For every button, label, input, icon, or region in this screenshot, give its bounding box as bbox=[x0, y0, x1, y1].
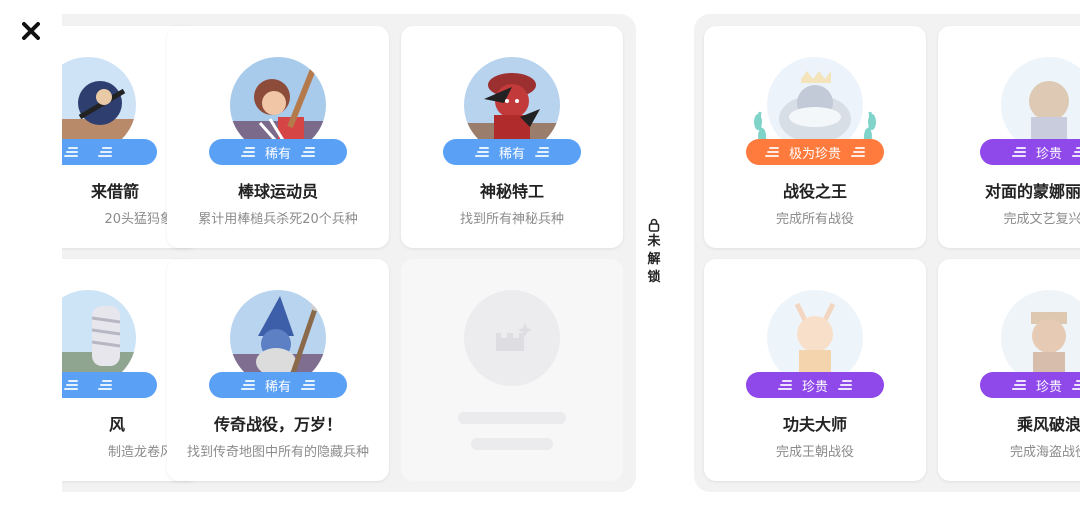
empty-achievement-slot bbox=[401, 259, 623, 481]
achievement-desc: 完成所有战役 bbox=[775, 212, 854, 227]
rarity-badge: 珍贵 bbox=[980, 139, 1080, 165]
badge-deco-right bbox=[98, 147, 112, 157]
achievement-desc: 完成文艺复兴战 bbox=[1003, 212, 1080, 227]
achievement-title: 乘风破浪 bbox=[1016, 415, 1080, 434]
rarity-badge bbox=[62, 139, 157, 165]
rarity-badge: 稀有 bbox=[443, 139, 581, 165]
rarity-label: 珍贵 bbox=[1035, 379, 1062, 395]
locked-section-label: 未 解 锁 bbox=[646, 218, 662, 286]
badge-deco-left bbox=[240, 147, 255, 157]
skeleton-desc bbox=[471, 438, 553, 450]
badge-deco-right bbox=[838, 380, 852, 390]
achievement-title: 棒球运动员 bbox=[237, 182, 318, 201]
rarity-label: 稀有 bbox=[264, 146, 291, 162]
badge-deco-right bbox=[1072, 380, 1080, 390]
badge-deco-right bbox=[1072, 147, 1080, 157]
badge-deco-right bbox=[301, 147, 315, 157]
badge-deco-left bbox=[764, 147, 779, 157]
rarity-badge: 稀有 bbox=[209, 139, 347, 165]
badge-deco-right bbox=[535, 147, 549, 157]
badge-deco-left bbox=[64, 147, 78, 157]
achievement-title: 战役之王 bbox=[782, 182, 847, 201]
badge-deco-left bbox=[64, 380, 78, 390]
badge-deco-left bbox=[240, 380, 255, 390]
castle-placeholder-icon bbox=[496, 323, 532, 351]
locked-achievement-card[interactable]: 极为珍贵 战役之王 完成所有战役 bbox=[704, 26, 926, 248]
skeleton-title bbox=[458, 412, 566, 424]
achievement-card[interactable]: 稀有 棒球运动员 累计用棒槌兵杀死20个兵种 bbox=[167, 26, 389, 248]
achievement-desc: 找到所有神秘兵种 bbox=[459, 212, 564, 227]
badge-deco-right bbox=[98, 380, 112, 390]
badge-deco-left bbox=[777, 380, 792, 390]
badge-deco-left bbox=[1011, 147, 1026, 157]
achievement-title: 神秘特工 bbox=[479, 182, 544, 201]
achievement-desc: 累计用棒槌兵杀死20个兵种 bbox=[198, 212, 358, 227]
rarity-badge: 极为珍贵 bbox=[746, 139, 884, 165]
locked-achievement-card[interactable]: 珍贵 功夫大师 完成王朝战役 bbox=[704, 259, 926, 481]
achievement-desc: 找到传奇地图中所有的隐藏兵种 bbox=[186, 445, 369, 460]
rarity-label: 稀有 bbox=[264, 379, 291, 395]
rarity-badge bbox=[62, 372, 157, 398]
rarity-label: 珍贵 bbox=[1035, 146, 1062, 162]
locked-label-char: 解 bbox=[647, 252, 661, 267]
achievement-desc: 完成王朝战役 bbox=[775, 445, 854, 460]
locked-label-char: 未 bbox=[647, 234, 661, 249]
achievement-card[interactable]: 稀有 传奇战役，万岁！ 找到传奇地图中所有的隐藏兵种 bbox=[167, 259, 389, 481]
achievement-scroll-area[interactable]: 来借箭 20头猛犸象 稀有 棒球运动员 累计用棒槌兵杀死20个兵种 稀有 神秘特… bbox=[62, 0, 1080, 505]
rarity-label: 极为珍贵 bbox=[788, 146, 841, 162]
close-button[interactable] bbox=[18, 18, 44, 44]
badge-deco-right bbox=[301, 380, 315, 390]
rarity-badge: 珍贵 bbox=[746, 372, 884, 398]
achievement-title: 功夫大师 bbox=[782, 415, 847, 434]
locked-achievement-card[interactable]: 珍贵 乘风破浪 完成海盗战役 bbox=[938, 259, 1080, 481]
rarity-badge: 稀有 bbox=[209, 372, 347, 398]
badge-deco-left bbox=[1011, 380, 1026, 390]
achievement-title: 对面的蒙娜丽莎看 bbox=[984, 182, 1080, 201]
achievement-card[interactable]: 稀有 神秘特工 找到所有神秘兵种 bbox=[401, 26, 623, 248]
badge-deco-right bbox=[851, 147, 865, 157]
close-icon bbox=[22, 22, 40, 40]
rarity-label: 稀有 bbox=[498, 146, 525, 162]
achievement-desc: 完成海盗战役 bbox=[1009, 445, 1080, 460]
locked-achievement-card[interactable]: 珍贵 对面的蒙娜丽莎看 完成文艺复兴战 bbox=[938, 26, 1080, 248]
rarity-label: 珍贵 bbox=[801, 379, 828, 395]
empty-slot-circle bbox=[464, 290, 560, 386]
badge-deco-left bbox=[474, 147, 489, 157]
lock-icon bbox=[648, 218, 660, 232]
achievement-title: 传奇战役，万岁！ bbox=[213, 415, 342, 434]
rarity-badge: 珍贵 bbox=[980, 372, 1080, 398]
locked-label-char: 锁 bbox=[647, 270, 661, 285]
